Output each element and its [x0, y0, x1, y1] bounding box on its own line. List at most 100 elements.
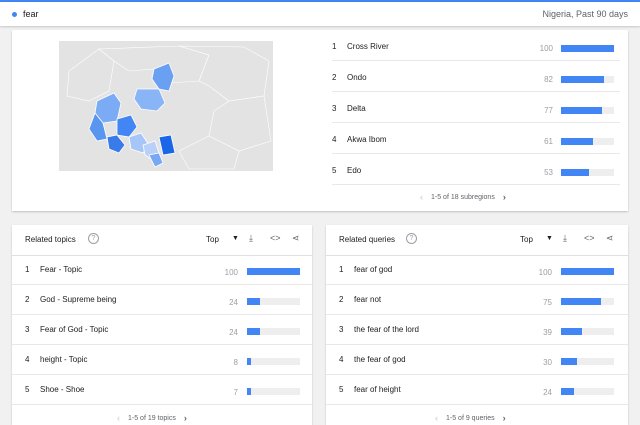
top-rising-dropdown[interactable]: Top [520, 235, 533, 244]
bar-fill [561, 45, 614, 52]
queries-list: 1 fear of god 100 2 fear not 75 3 the fe… [326, 255, 628, 405]
region-map[interactable] [59, 41, 273, 171]
value: 82 [544, 75, 553, 84]
next-page-icon[interactable]: › [503, 192, 506, 202]
subregion-row[interactable]: 5 Edo 53 [332, 154, 620, 185]
value: 30 [543, 358, 552, 367]
bar-track [561, 76, 614, 83]
card-title: Related topics [25, 235, 76, 244]
bar-fill [561, 76, 605, 83]
help-circle-icon[interactable]: ? [88, 233, 99, 244]
bar-track [247, 268, 300, 275]
subregion-row[interactable]: 1 Cross River 100 [332, 30, 620, 61]
value: 24 [543, 388, 552, 397]
bar-track [247, 298, 300, 305]
subregion-name: Edo [347, 166, 362, 175]
value: 100 [539, 44, 553, 53]
subregion-name: Delta [347, 104, 366, 113]
value: 8 [233, 358, 238, 367]
topic-name: Fear of God - Topic [40, 325, 109, 334]
bar-track [247, 388, 300, 395]
subregion-row[interactable]: 3 Delta 77 [332, 92, 620, 123]
value: 24 [229, 298, 238, 307]
bar-track [561, 388, 614, 395]
filter-summary: Nigeria, Past 90 days [542, 9, 628, 19]
subregion-name: Akwa Ibom [347, 135, 387, 144]
subregion-row[interactable]: 2 Ondo 82 [332, 61, 620, 92]
bar-fill [561, 388, 574, 395]
bar-fill [247, 328, 260, 335]
list-item[interactable]: 4 height - Topic 8 [12, 345, 312, 375]
related-topics-card: Related topics ? Top ▼ ⤓ <> ⋖ 1 Fear - T… [12, 225, 312, 425]
list-item[interactable]: 1 Fear - Topic 100 [12, 255, 312, 285]
list-item[interactable]: 1 fear of god 100 [326, 255, 628, 285]
rank: 5 [339, 385, 344, 394]
rank: 4 [339, 355, 344, 364]
search-term-header: fear Nigeria, Past 90 days [0, 2, 640, 26]
value: 100 [538, 268, 552, 277]
rank: 2 [25, 295, 30, 304]
bar-fill [561, 328, 582, 335]
subregion-name: Ondo [347, 73, 367, 82]
bar-fill [561, 138, 594, 145]
rank: 3 [25, 325, 30, 334]
topic-name: height - Topic [40, 355, 88, 364]
topic-name: Fear - Topic [40, 265, 83, 274]
bar-fill [561, 107, 602, 114]
bar-fill [247, 268, 300, 275]
query-name: the fear of god [354, 355, 406, 364]
list-item[interactable]: 5 Shoe - Shoe 7 [12, 375, 312, 405]
topic-name: Shoe - Shoe [40, 385, 85, 394]
bar-track [247, 358, 300, 365]
embed-code-icon[interactable]: <> [584, 233, 595, 243]
rank: 1 [25, 265, 30, 274]
pager-label: 1-5 of 9 queries [446, 414, 495, 422]
bar-fill [561, 358, 577, 365]
list-item[interactable]: 3 Fear of God - Topic 24 [12, 315, 312, 345]
bar-fill [247, 388, 251, 395]
help-circle-icon[interactable]: ? [406, 233, 417, 244]
rank: 2 [332, 73, 337, 82]
pager-label: 1-5 of 18 subregions [431, 193, 495, 201]
download-icon[interactable]: ⤓ [249, 233, 253, 244]
rank: 1 [339, 265, 344, 274]
value: 100 [224, 268, 238, 277]
bar-track [561, 45, 614, 52]
list-item[interactable]: 2 God - Supreme being 24 [12, 285, 312, 315]
nigeria-map-svg [66, 45, 272, 170]
subregion-row[interactable]: 4 Akwa Ibom 61 [332, 123, 620, 154]
share-icon[interactable]: ⋖ [292, 233, 300, 244]
topic-name: God - Supreme being [40, 295, 117, 304]
bar-track [561, 107, 614, 114]
bar-track [561, 358, 614, 365]
embed-code-icon[interactable]: <> [270, 233, 281, 243]
subregion-name: Cross River [347, 42, 389, 51]
download-icon[interactable]: ⤓ [563, 233, 567, 244]
bar-fill [561, 298, 601, 305]
rank: 4 [332, 135, 337, 144]
query-name: the fear of the lord [354, 325, 419, 334]
topics-list: 1 Fear - Topic 100 2 God - Supreme being… [12, 255, 312, 405]
value: 77 [544, 106, 553, 115]
top-rising-dropdown[interactable]: Top [206, 235, 219, 244]
chevron-down-icon[interactable]: ▼ [232, 235, 239, 242]
subregion-pager: ‹ 1-5 of 18 subregions › [420, 192, 506, 202]
list-item[interactable]: 4 the fear of god 30 [326, 345, 628, 375]
interest-by-subregion-card: 1 Cross River 100 2 Ondo 82 3 Delta 77 4… [12, 30, 628, 211]
share-icon[interactable]: ⋖ [606, 233, 614, 244]
card-header: Related queries ? Top ▼ ⤓ <> ⋖ [326, 225, 628, 256]
rank: 4 [25, 355, 30, 364]
list-item[interactable]: 5 fear of height 24 [326, 375, 628, 405]
bar-track [247, 328, 300, 335]
list-item[interactable]: 2 fear not 75 [326, 285, 628, 315]
bar-track [561, 169, 614, 176]
pager-label: 1-5 of 19 topics [128, 414, 176, 422]
bar-fill [247, 358, 252, 365]
rank: 5 [25, 385, 30, 394]
bar-track [561, 298, 614, 305]
chevron-down-icon[interactable]: ▼ [546, 235, 553, 242]
bar-fill [561, 169, 590, 176]
prev-page-icon[interactable]: ‹ [420, 192, 423, 202]
card-header: Related topics ? Top ▼ ⤓ <> ⋖ [12, 225, 312, 256]
list-item[interactable]: 3 the fear of the lord 39 [326, 315, 628, 345]
